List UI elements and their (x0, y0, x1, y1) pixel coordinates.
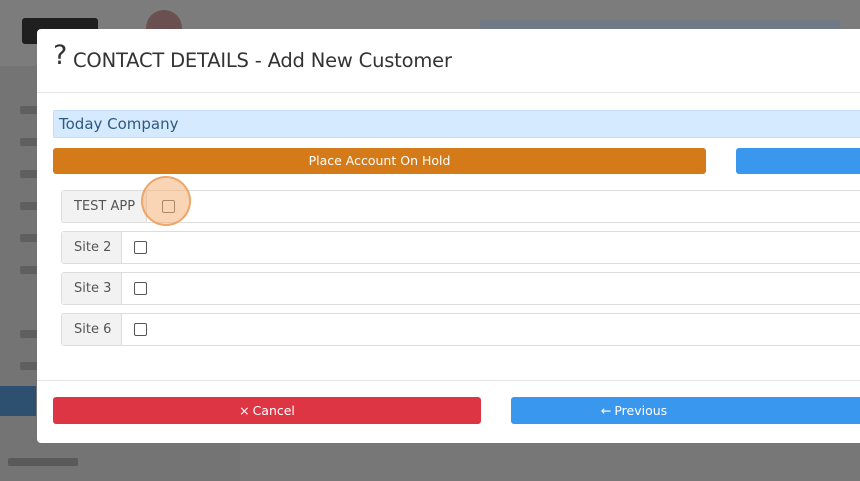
cancel-label: Cancel (252, 403, 295, 418)
previous-label: Previous (614, 403, 668, 418)
place-account-on-hold-button[interactable]: Place Account On Hold (53, 148, 706, 174)
company-name-bar: Today Company (53, 110, 860, 138)
site-label: TEST APP (62, 191, 147, 222)
company-name: Today Company (59, 115, 179, 133)
site-label: Site 2 (62, 232, 122, 263)
footer-divider (37, 380, 860, 381)
site-checkbox-site-6[interactable] (134, 323, 147, 336)
previous-button[interactable]: ← Previous (511, 397, 860, 424)
site-checkbox-site-2[interactable] (134, 241, 147, 254)
sidebar-active-item (0, 386, 36, 416)
modal-title: CONTACT DETAILS - Add New Customer (73, 49, 452, 72)
site-label: Site 6 (62, 314, 122, 345)
site-row-site-6: Site 6 (61, 313, 860, 346)
site-row-site-2: Site 2 (61, 231, 860, 264)
cancel-button[interactable]: × Cancel (53, 397, 481, 424)
help-icon[interactable]: ? (53, 42, 67, 69)
site-checkbox-test-app[interactable] (162, 200, 175, 213)
modal-header: ? CONTACT DETAILS - Add New Customer (37, 29, 860, 93)
site-label: Site 3 (62, 273, 122, 304)
site-checkbox-site-3[interactable] (134, 282, 147, 295)
close-icon: × (239, 403, 250, 418)
site-row-test-app: TEST APP (61, 190, 860, 223)
secondary-action-button[interactable] (736, 148, 860, 174)
arrow-left-icon: ← (600, 403, 612, 418)
site-row-site-3: Site 3 (61, 272, 860, 305)
add-customer-modal: ? CONTACT DETAILS - Add New Customer Tod… (37, 29, 860, 443)
background-footer (8, 458, 78, 466)
